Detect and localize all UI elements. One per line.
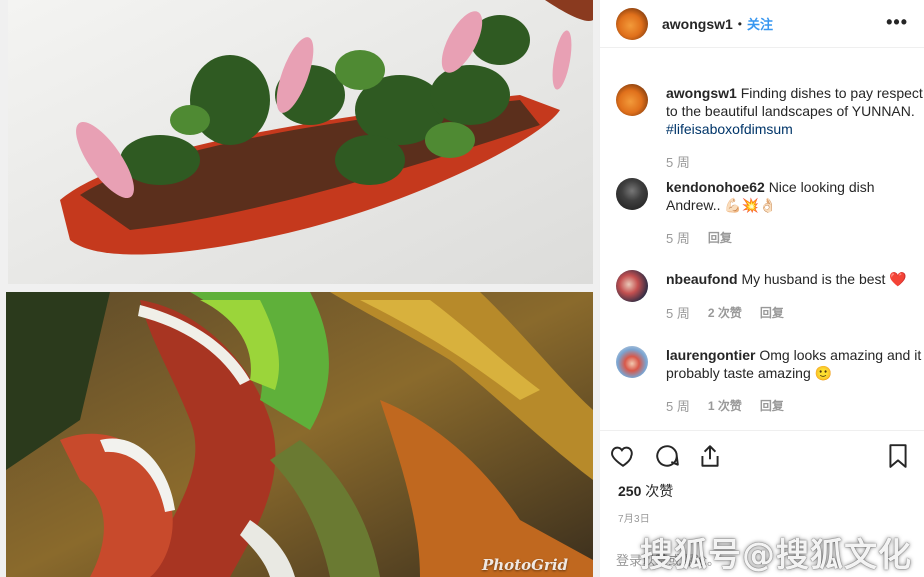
comment-username[interactable]: kendonohoe62 [666,179,765,195]
comment-time[interactable]: 5 周 [666,396,690,415]
avatar[interactable] [616,7,648,40]
reply-button[interactable]: 回复 [760,304,784,321]
likes-count[interactable]: 250 次赞 [618,481,673,501]
comment-body: kendonohoe62 Nice looking dish Andrew.. … [666,178,924,214]
comment-item: kendonohoe62 Nice looking dish Andrew.. … [616,178,924,214]
avatar[interactable] [616,270,648,302]
comment-likes[interactable]: 2 次赞 [708,304,742,321]
comment-time[interactable]: 5 周 [666,228,690,247]
post-side-panel: awongsw1 • 关注 ••• awongsw1 Finding dishe… [599,0,924,577]
caption-comment: awongsw1 Finding dishes to pay respect t… [616,84,924,138]
hashtag-link[interactable]: #lifeisaboxofdimsum [666,121,793,137]
heart-icon[interactable] [610,443,636,474]
avatar[interactable] [616,178,648,210]
bookmark-icon[interactable] [886,443,910,474]
separator-dot: • [737,16,742,31]
action-bar [610,443,915,471]
reply-button[interactable]: 回复 [760,397,784,414]
post-header: awongsw1 • 关注 ••• [600,0,924,48]
avatar[interactable] [616,346,648,378]
comment-body: laurengontier Omg looks amazing and it p… [666,346,924,382]
comment-username[interactable]: nbeaufond [666,271,738,287]
likes-number: 250 [618,483,642,499]
follow-button[interactable]: 关注 [747,14,773,33]
reply-button[interactable]: 回复 [708,229,732,246]
comment-username[interactable]: laurengontier [666,347,755,363]
overlay-watermark: 搜狐号@搜狐文化 [640,535,912,574]
comment-time[interactable]: 5 周 [666,303,690,322]
comment-meta: 5 周 [666,152,690,171]
divider [600,430,924,431]
comment-time[interactable]: 5 周 [666,152,690,171]
comment-body: awongsw1 Finding dishes to pay respect t… [666,84,924,138]
post-date: 7月3日 [618,514,650,525]
comment-icon[interactable] [654,443,680,474]
comment-meta: 5 周 回复 [666,228,732,247]
photogrid-watermark: PhotoGrid [482,556,569,574]
comment-item: laurengontier Omg looks amazing and it p… [616,346,924,382]
comment-body: nbeaufond My husband is the best ❤️ [666,270,924,302]
comment-meta: 5 周 2 次赞 回复 [666,303,784,322]
more-icon[interactable]: ••• [886,12,908,33]
comment-likes[interactable]: 1 次赞 [708,397,742,414]
comment-text: My husband is the best ❤️ [741,271,907,287]
comment-meta: 5 周 1 次赞 回复 [666,396,784,415]
comment-username[interactable]: awongsw1 [666,85,737,101]
share-icon[interactable] [697,443,723,474]
photo-collage [6,0,593,577]
post-photo[interactable]: PhotoGrid [0,0,599,577]
header-username[interactable]: awongsw1 [662,16,733,32]
avatar[interactable] [616,84,648,116]
comment-item: nbeaufond My husband is the best ❤️ [616,270,924,302]
likes-label: 次赞 [645,483,674,499]
